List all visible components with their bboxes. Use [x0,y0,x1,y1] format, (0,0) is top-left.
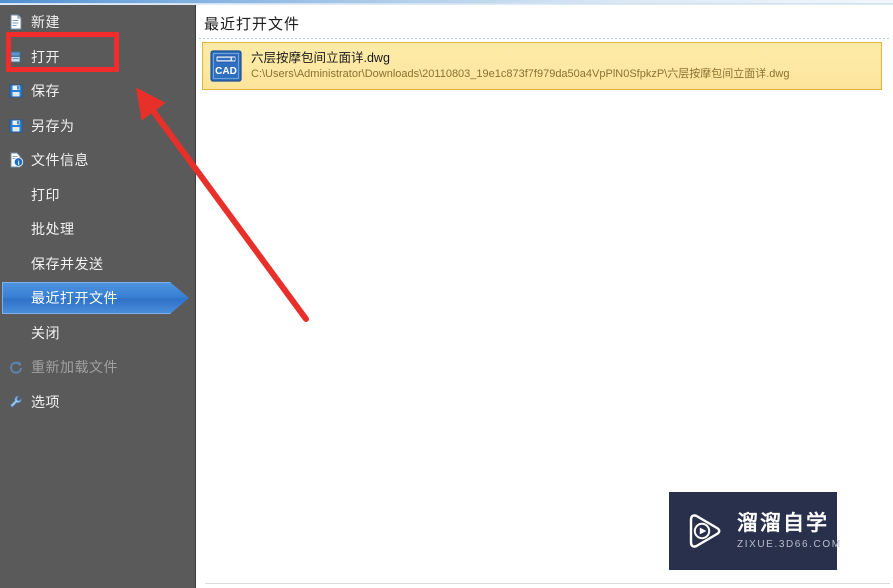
title-divider [199,38,889,39]
window-top-accent-line [0,0,893,3]
watermark-subtitle: ZIXUE.3D66.COM [737,538,842,550]
cad-file-icon: CAD [209,49,243,83]
sidebar-item-label: 批处理 [31,221,75,238]
sidebar: 新建 打开 保存 另存为 文件信息 打印 批处理 保存并发送 最近打开文件 关闭… [0,5,196,588]
sidebar-item-close[interactable]: 关闭 [0,316,195,351]
save-disk-icon [8,83,24,99]
sidebar-item-reload-file[interactable]: 重新加载文件 [0,350,195,385]
sidebar-item-label: 文件信息 [31,152,89,169]
recent-file-name: 六层按摩包间立面详.dwg [251,51,390,66]
sidebar-item-label: 另存为 [31,117,75,134]
sidebar-item-open[interactable]: 打开 [0,40,195,75]
bottom-divider [205,583,890,584]
sidebar-item-save[interactable]: 保存 [0,74,195,109]
sidebar-item-new[interactable]: 新建 [0,5,195,40]
wrench-options-icon [8,394,24,410]
save-as-disk-icon [8,118,24,134]
recent-file-path: C:\Users\Administrator\Downloads\2011080… [251,68,790,81]
page-title: 最近打开文件 [204,16,301,33]
svg-text:CAD: CAD [215,66,237,77]
sidebar-item-save-as[interactable]: 另存为 [0,109,195,144]
sidebar-item-label: 新建 [31,14,60,31]
watermark: 溜溜自学 ZIXUE.3D66.COM [669,492,840,570]
sidebar-item-print[interactable]: 打印 [0,178,195,213]
recent-file-item[interactable]: CAD 六层按摩包间立面详.dwg C:\Users\Administrator… [202,42,882,90]
watermark-title: 溜溜自学 [737,512,829,536]
sidebar-item-batch-process[interactable]: 批处理 [0,212,195,247]
sidebar-item-recent-files[interactable]: 最近打开文件 [0,281,195,316]
sidebar-item-label: 选项 [31,393,60,410]
sidebar-item-label: 保存 [31,83,60,100]
open-folder-icon [8,49,24,65]
file-info-icon [8,152,24,168]
reload-icon [8,359,24,375]
sidebar-item-label: 重新加载文件 [31,359,118,376]
watermark-texts: 溜溜自学 ZIXUE.3D66.COM [737,512,842,549]
sidebar-item-label: 最近打开文件 [31,290,118,307]
recent-file-texts: 六层按摩包间立面详.dwg C:\Users\Administrator\Dow… [251,50,789,82]
sidebar-item-save-and-send[interactable]: 保存并发送 [0,247,195,282]
sidebar-item-file-info[interactable]: 文件信息 [0,143,195,178]
sidebar-item-label: 关闭 [31,324,60,341]
sidebar-item-label: 打印 [31,186,60,203]
sidebar-item-options[interactable]: 选项 [0,385,195,420]
sidebar-item-label: 打开 [31,48,60,65]
play-button-logo-icon [682,509,726,553]
new-document-icon [8,14,24,30]
application-window: 新建 打开 保存 另存为 文件信息 打印 批处理 保存并发送 最近打开文件 关闭… [0,0,893,588]
sidebar-item-label: 保存并发送 [31,255,104,272]
